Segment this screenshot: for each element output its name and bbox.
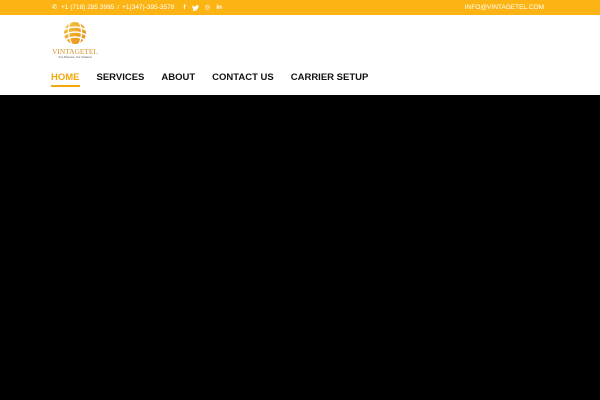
phone-number-2[interactable]: +1(347)-395-3578 [122,0,174,15]
logo-tagline: Your Business, Our Solutions [58,56,92,59]
nav-item-home[interactable]: HOME [51,72,80,87]
nav-item-carrier-setup[interactable]: CARRIER SETUP [291,72,369,84]
social-links: f ◎ in [183,0,222,15]
logo-wordmark: VINTAGETEL [52,47,98,56]
top-bar: ✆ +1 (718) 285 3995 / +1(347)-395-3578 f… [0,0,600,15]
globe-logo-icon [63,21,87,45]
twitter-icon[interactable] [191,4,199,11]
instagram-icon[interactable]: ◎ [205,0,211,15]
facebook-icon[interactable]: f [183,0,185,15]
email-link[interactable]: INFO@VINTAGETEL.COM [465,0,544,15]
phone-separator: / [117,4,120,11]
main-nav: HOME SERVICES ABOUT CONTACT US CARRIER S… [51,72,385,88]
site-header: VINTAGETEL Your Business, Our Solutions … [0,15,600,95]
hero-banner [0,95,600,400]
phone-number-1[interactable]: +1 (718) 285 3995 [61,0,114,15]
logo[interactable]: VINTAGETEL Your Business, Our Solutions [52,19,98,61]
nav-item-about[interactable]: ABOUT [161,72,195,84]
nav-item-contact-us[interactable]: CONTACT US [212,72,274,84]
contact-info: ✆ +1 (718) 285 3995 / +1(347)-395-3578 f… [52,0,222,15]
phone-icon: ✆ [52,3,58,11]
page: ✆ +1 (718) 285 3995 / +1(347)-395-3578 f… [0,0,600,400]
nav-item-services[interactable]: SERVICES [97,72,145,84]
linkedin-icon[interactable]: in [216,0,222,15]
